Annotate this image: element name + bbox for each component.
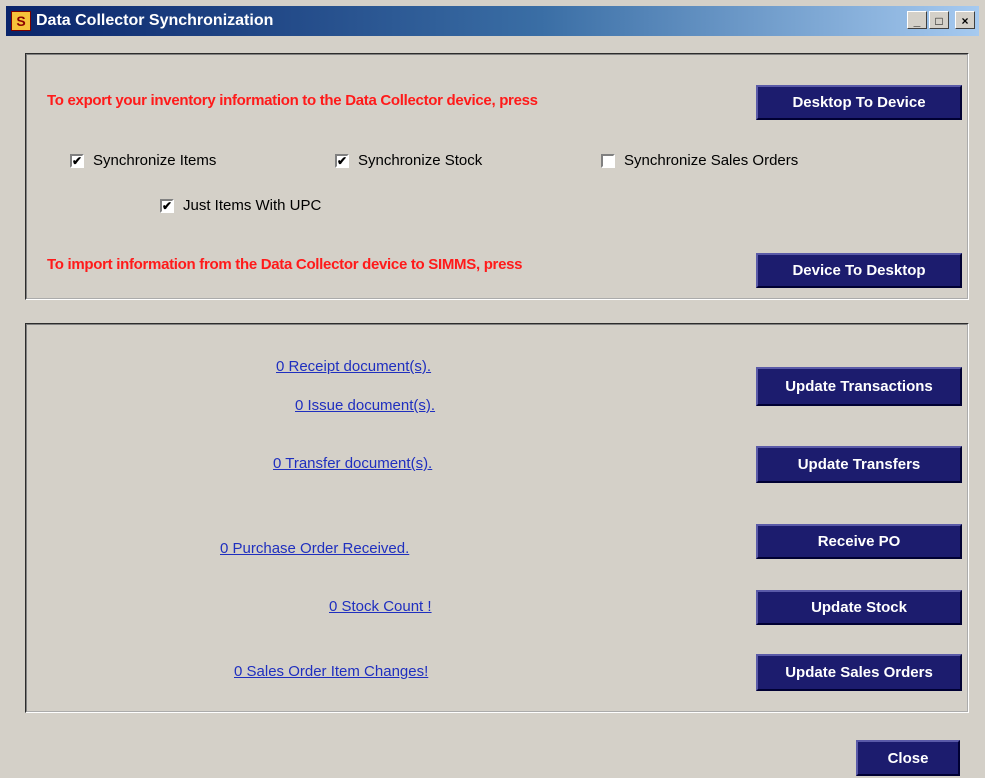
- app-icon: S: [11, 11, 31, 31]
- window-title: Data Collector Synchronization: [36, 12, 274, 29]
- receipt-documents-link[interactable]: 0 Receipt document(s).: [276, 358, 431, 375]
- receive-po-button[interactable]: Receive PO: [756, 524, 962, 559]
- checkbox-label: Synchronize Items: [93, 152, 217, 169]
- sales-order-changes-link[interactable]: 0 Sales Order Item Changes!: [234, 663, 428, 680]
- update-transfers-button[interactable]: Update Transfers: [756, 446, 962, 483]
- import-instruction: To import information from the Data Coll…: [47, 256, 523, 273]
- checkbox-icon[interactable]: ✔: [70, 153, 84, 168]
- window-controls: _ □ ×: [907, 11, 975, 29]
- update-transactions-button[interactable]: Update Transactions: [756, 367, 962, 406]
- desktop-to-device-button[interactable]: Desktop To Device: [756, 85, 962, 120]
- checkbox-icon[interactable]: ✔: [160, 198, 174, 213]
- close-button[interactable]: Close: [856, 740, 960, 776]
- maximize-button[interactable]: □: [929, 11, 949, 29]
- purchase-order-link[interactable]: 0 Purchase Order Received.: [220, 540, 409, 557]
- close-window-button[interactable]: ×: [955, 11, 975, 29]
- device-to-desktop-button[interactable]: Device To Desktop: [756, 253, 962, 288]
- synchronize-stock-checkbox[interactable]: ✔ Synchronize Stock: [335, 152, 482, 169]
- title-bar: S Data Collector Synchronization _ □ ×: [6, 6, 979, 36]
- checkbox-icon[interactable]: [601, 153, 615, 168]
- checkbox-label: Just Items With UPC: [183, 197, 322, 214]
- stock-count-link[interactable]: 0 Stock Count !: [329, 598, 432, 615]
- just-items-with-upc-checkbox[interactable]: ✔ Just Items With UPC: [160, 197, 321, 214]
- checkbox-icon[interactable]: ✔: [335, 153, 349, 168]
- issue-documents-link[interactable]: 0 Issue document(s).: [295, 397, 435, 414]
- update-stock-button[interactable]: Update Stock: [756, 590, 962, 625]
- synchronize-items-checkbox[interactable]: ✔ Synchronize Items: [70, 152, 216, 169]
- transfer-documents-link[interactable]: 0 Transfer document(s).: [273, 455, 432, 472]
- export-instruction: To export your inventory information to …: [47, 92, 538, 109]
- synchronize-sales-orders-checkbox[interactable]: Synchronize Sales Orders: [601, 152, 798, 169]
- checkbox-label: Synchronize Sales Orders: [624, 152, 799, 169]
- checkbox-label: Synchronize Stock: [358, 152, 483, 169]
- update-sales-orders-button[interactable]: Update Sales Orders: [756, 654, 962, 691]
- minimize-button[interactable]: _: [907, 11, 927, 29]
